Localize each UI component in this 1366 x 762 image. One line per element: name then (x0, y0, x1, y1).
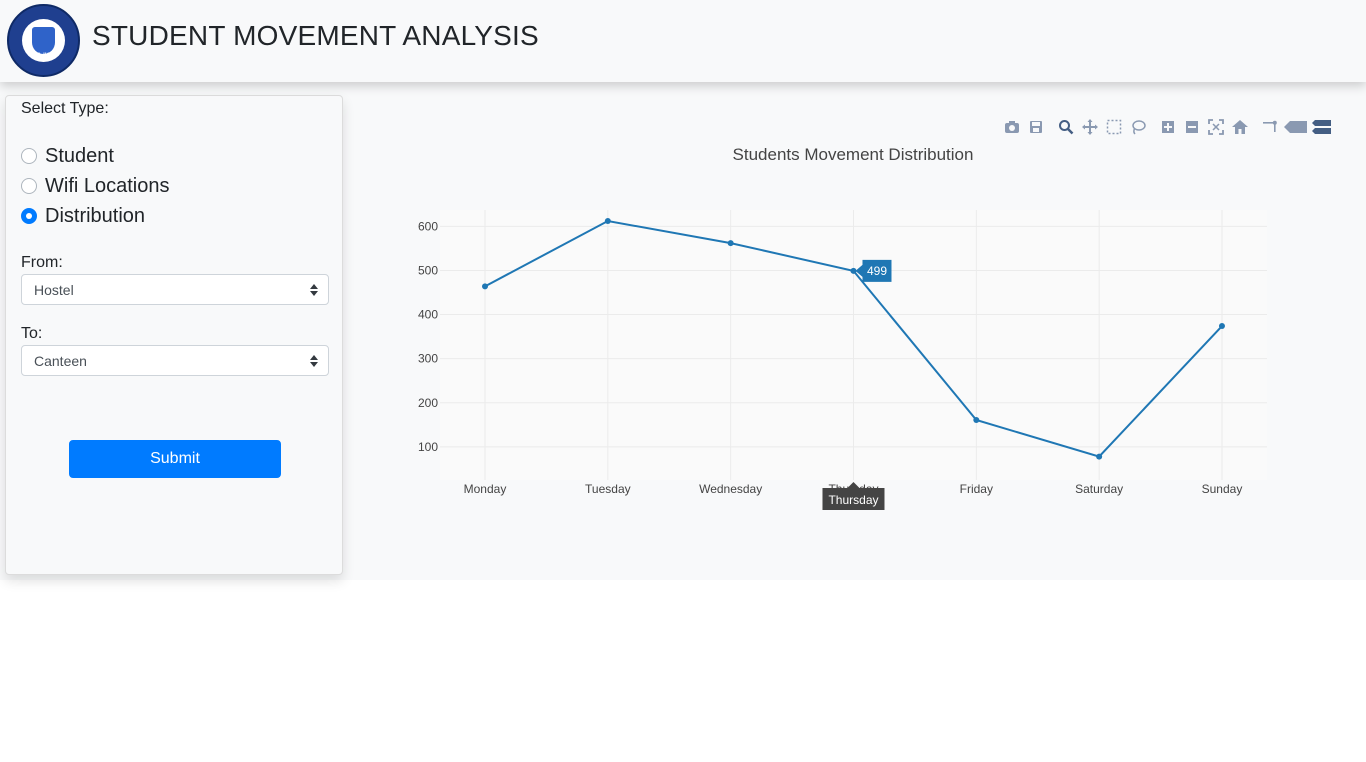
data-point[interactable] (1096, 453, 1103, 460)
y-tick-label: 600 (418, 219, 438, 233)
x-tick-label: Tuesday (585, 482, 631, 496)
y-tick-label: 300 (418, 352, 438, 366)
app-header: DA-IICT STUDENT MOVEMENT ANALYSIS (0, 0, 1366, 82)
x-tick-label: Friday (960, 482, 993, 496)
data-point[interactable] (973, 417, 980, 423)
data-point[interactable] (1218, 323, 1225, 330)
hover-value-label: 499 (867, 264, 887, 278)
x-tick-label: Sunday (1202, 482, 1243, 496)
x-tick-label: Wednesday (699, 482, 762, 496)
data-point[interactable] (604, 218, 611, 225)
page-title: STUDENT MOVEMENT ANALYSIS (92, 20, 539, 51)
data-point[interactable] (727, 240, 734, 247)
main-content: Select Type: Student Wifi Locations Dist… (0, 82, 1366, 580)
logo-text: DA-IICT (32, 53, 55, 59)
y-tick-label: 100 (418, 440, 438, 454)
institute-logo: DA-IICT (7, 4, 80, 77)
y-tick-label: 400 (418, 308, 438, 322)
hover-x-label: Thursday (828, 493, 878, 507)
line-chart[interactable]: 100 200 300 400 500 600 Monday Tuesday Wednesday… (0, 82, 1366, 580)
data-point[interactable] (482, 283, 488, 290)
y-tick-label: 200 (418, 396, 438, 410)
x-tick-label: Saturday (1075, 482, 1123, 496)
logo-shield-icon: DA-IICT (32, 27, 55, 59)
y-tick-label: 500 (418, 263, 438, 277)
x-tick-label: Monday (464, 482, 507, 496)
